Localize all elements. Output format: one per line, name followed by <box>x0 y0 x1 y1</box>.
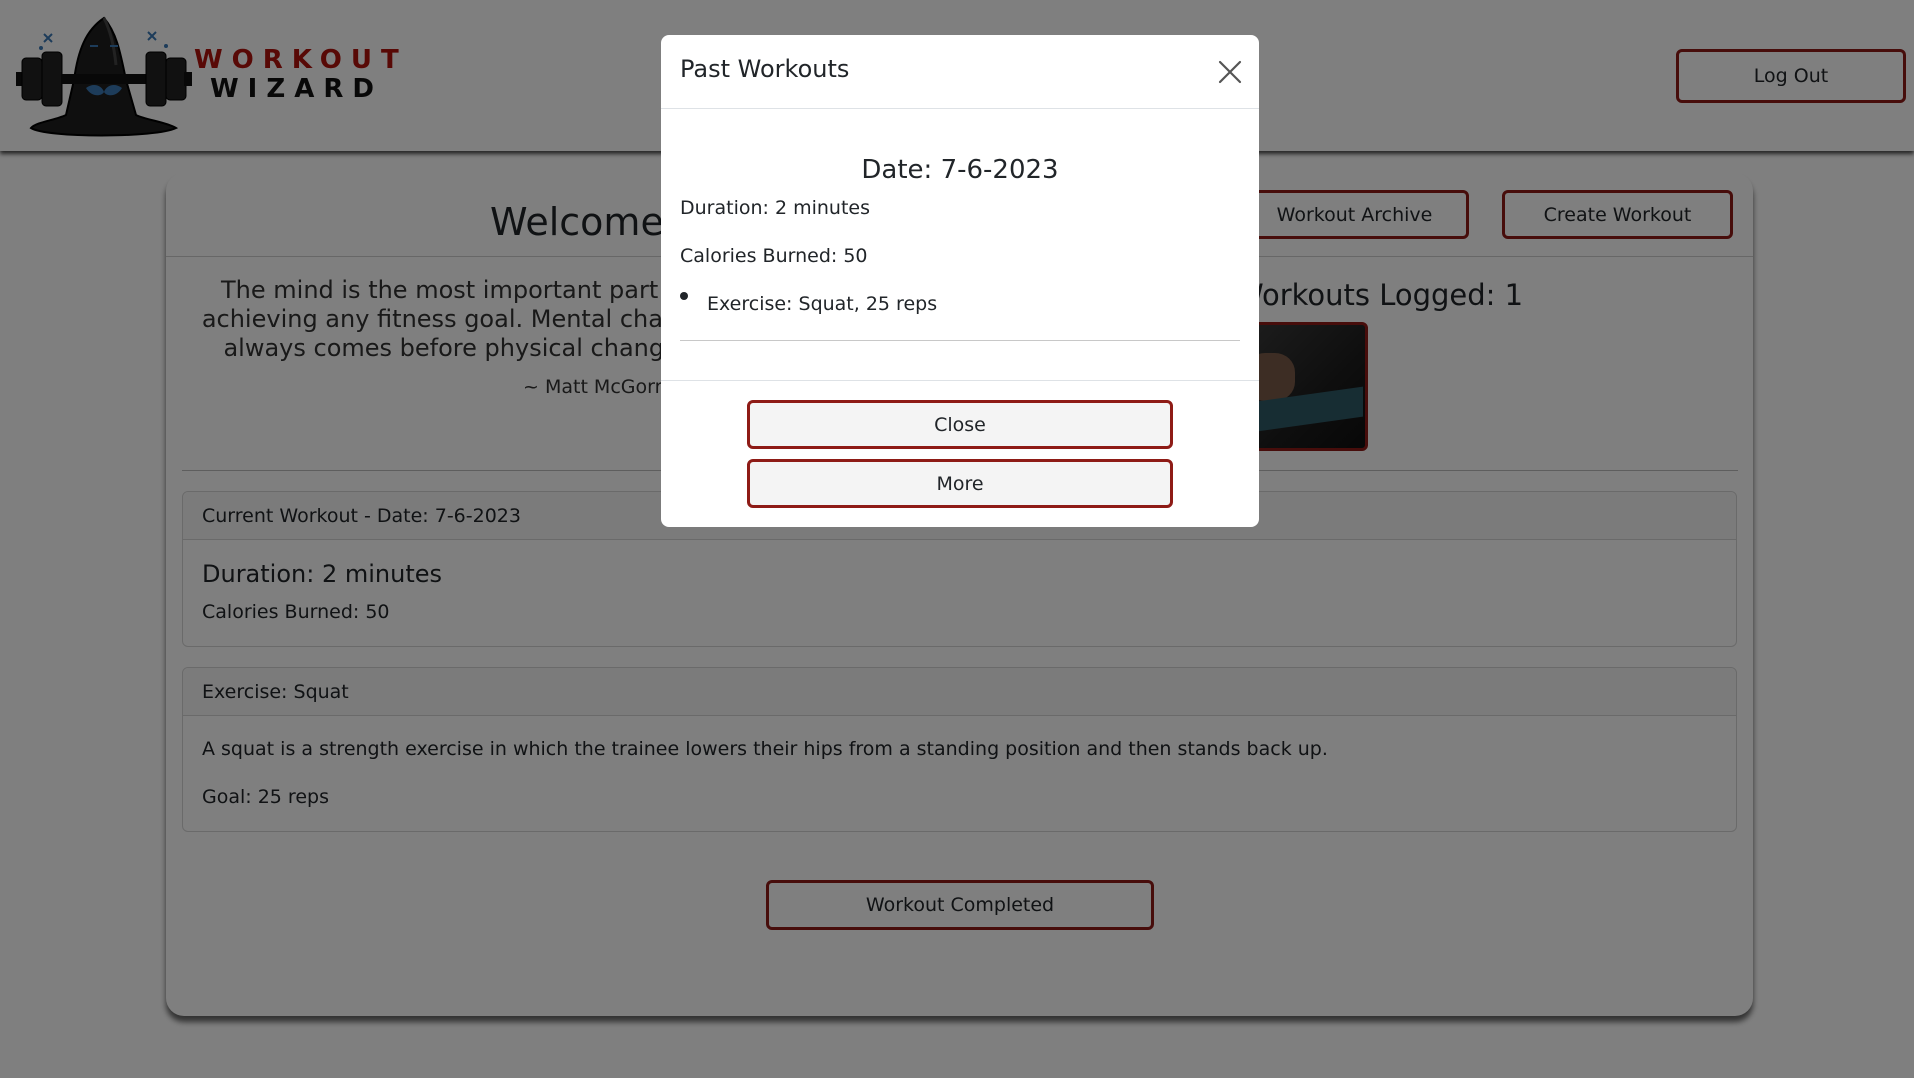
close-icon[interactable] <box>1217 59 1243 85</box>
modal-title: Past Workouts <box>680 55 850 83</box>
modal-close-button[interactable]: Close <box>747 400 1173 449</box>
divider <box>680 340 1240 341</box>
modal-calories: Calories Burned: 50 <box>680 245 868 267</box>
list-bullet <box>680 292 688 300</box>
modal-more-button[interactable]: More <box>747 459 1173 508</box>
modal-exercise-item: Exercise: Squat, 25 reps <box>707 293 938 315</box>
modal-workout-date: Date: 7-6-2023 <box>861 155 1059 185</box>
past-workouts-modal: Past Workouts Date: 7-6-2023 Duration: 2… <box>661 35 1259 527</box>
modal-header: Past Workouts <box>661 35 1259 109</box>
modal-footer-divider <box>661 380 1259 381</box>
modal-duration: Duration: 2 minutes <box>680 197 870 219</box>
